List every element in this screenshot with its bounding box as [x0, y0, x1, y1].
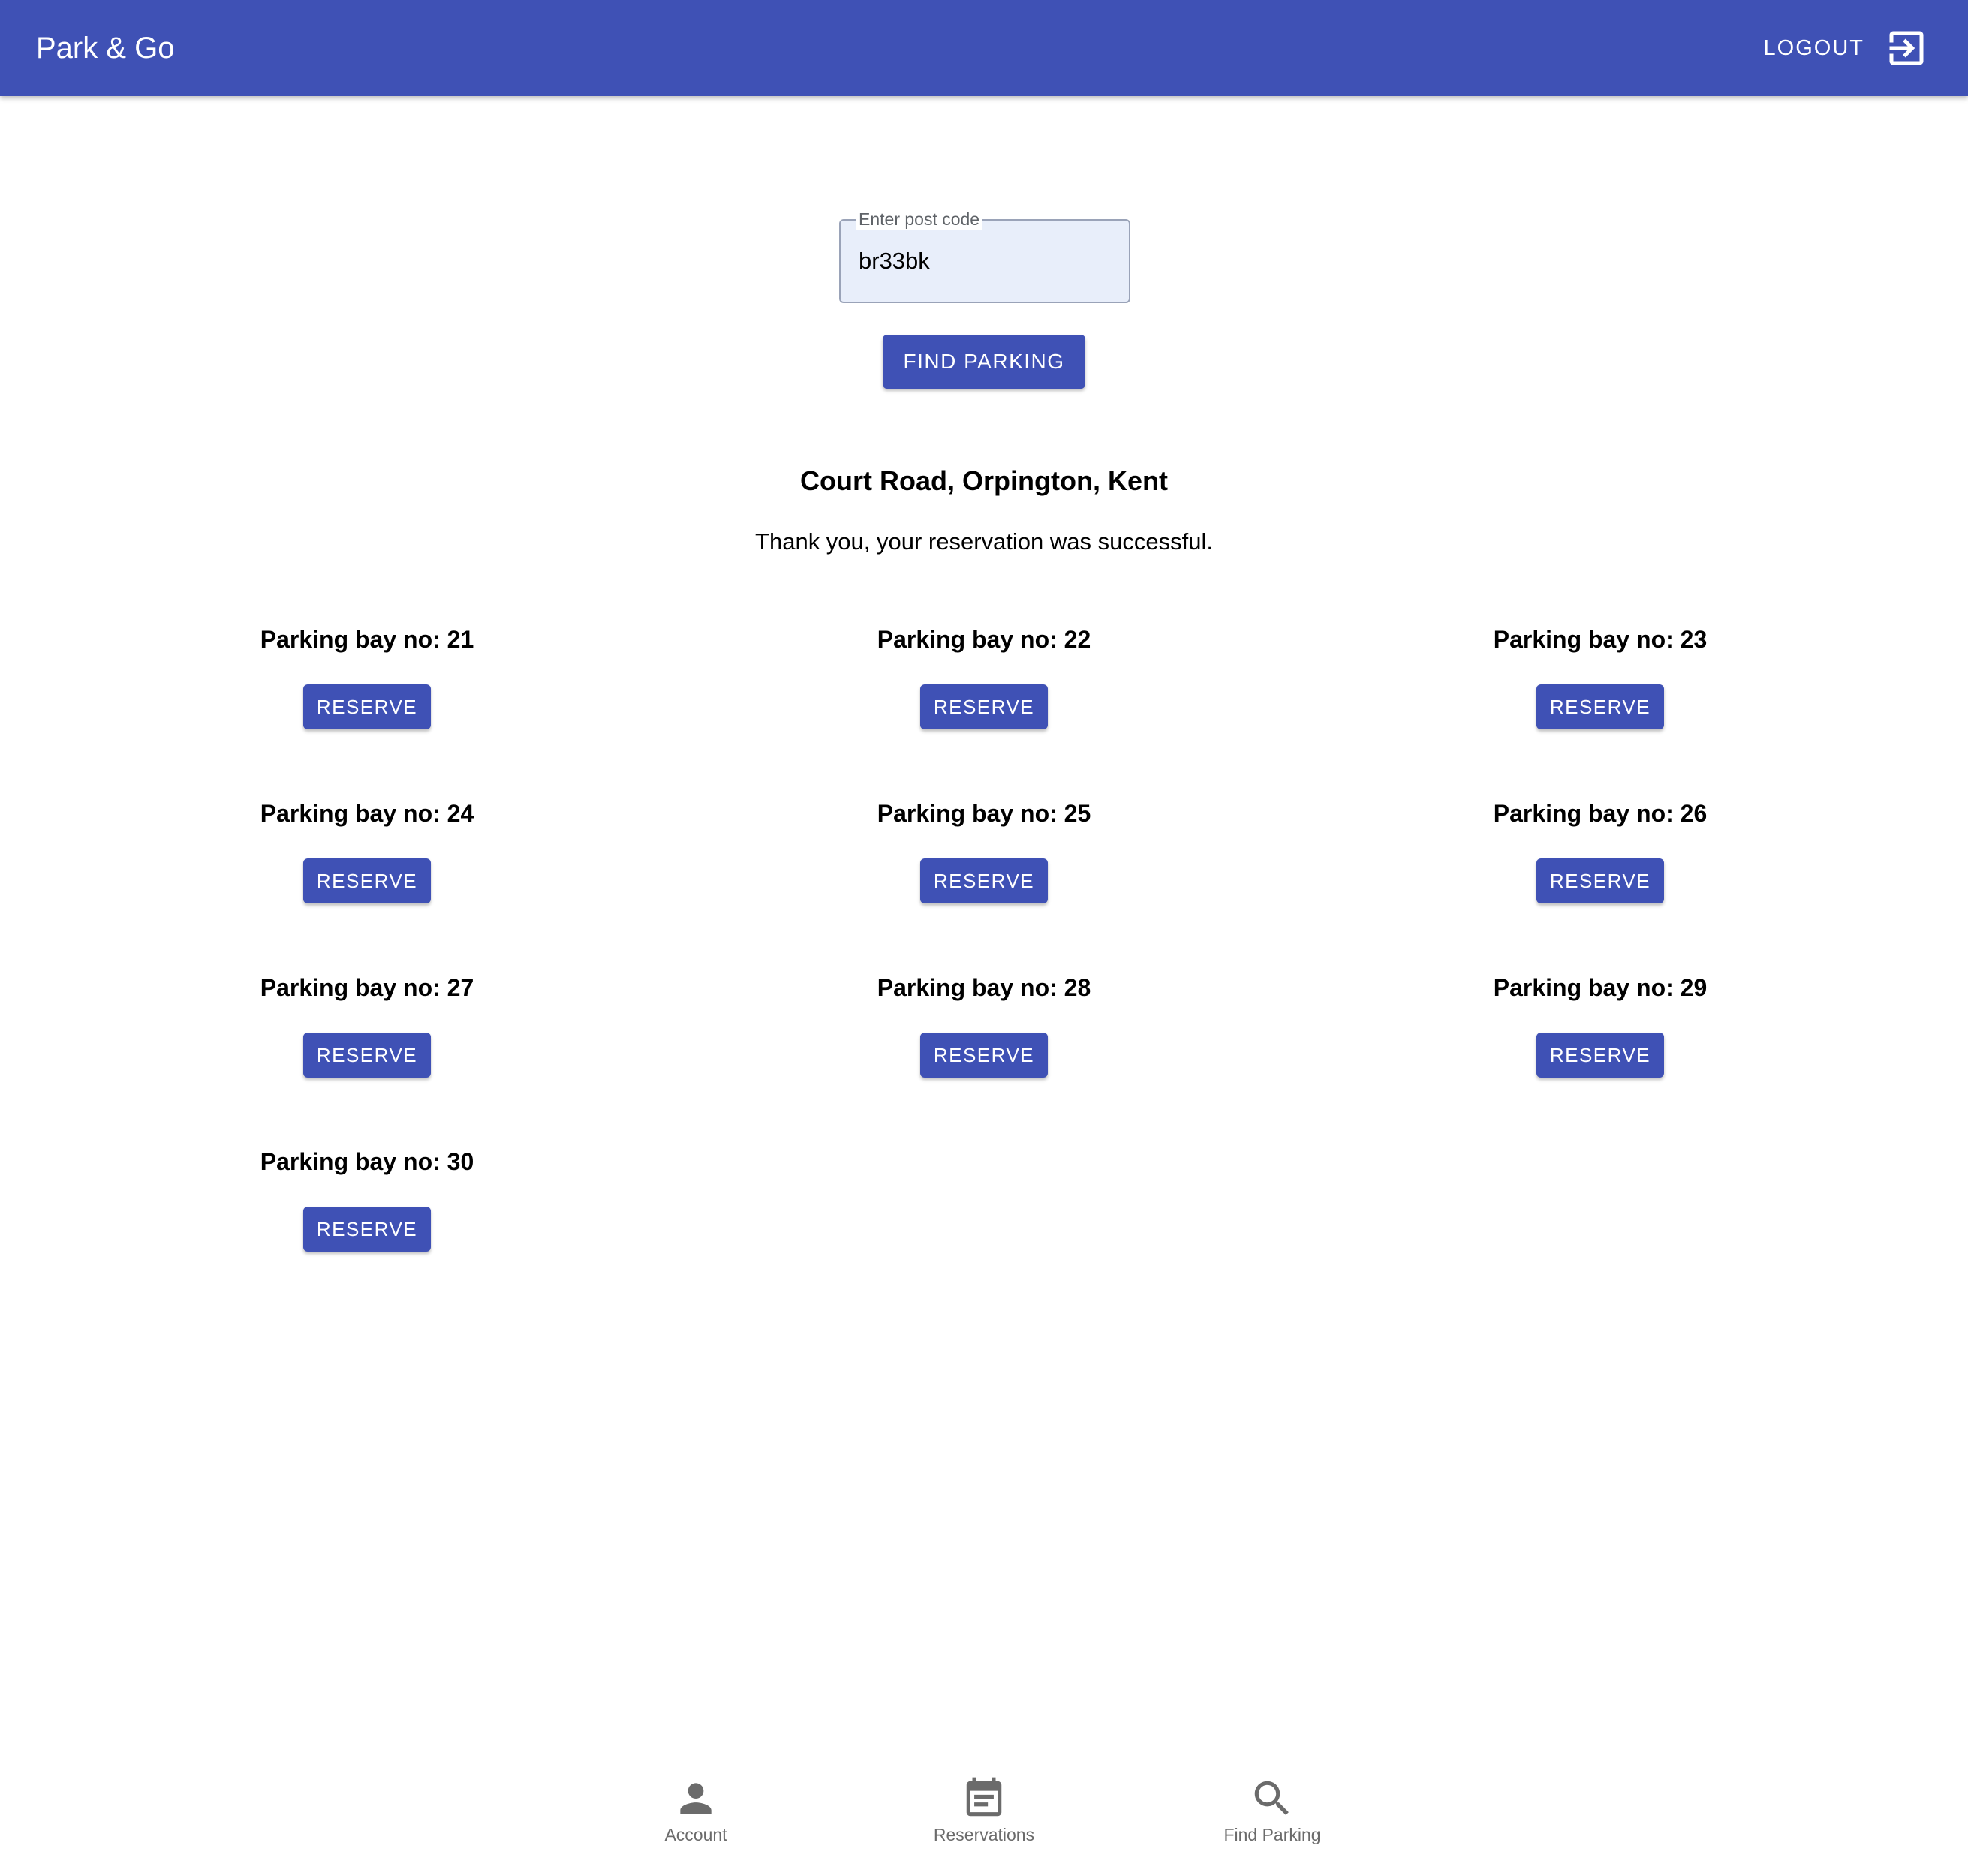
reserve-button[interactable]: RESERVE: [1536, 684, 1664, 729]
reservation-success-message: Thank you, your reservation was successf…: [755, 528, 1213, 555]
exit-to-app-icon: [1889, 31, 1924, 65]
parking-bay-card: Parking bay no: 27 RESERVE: [142, 973, 592, 1078]
location-heading: Court Road, Orpington, Kent: [800, 465, 1168, 496]
parking-bay-card: Parking bay no: 23 RESERVE: [1375, 624, 1825, 729]
reserve-button[interactable]: RESERVE: [920, 1033, 1048, 1078]
nav-reservations-label: Reservations: [933, 1825, 1035, 1844]
reserve-button[interactable]: RESERVE: [303, 684, 431, 729]
logout-label: LOGOUT: [1763, 35, 1864, 60]
app-title: Park & Go: [36, 32, 175, 65]
parking-bay-card: Parking bay no: 22 RESERVE: [759, 624, 1209, 729]
reserve-button[interactable]: RESERVE: [303, 1033, 431, 1078]
parking-bay-card: Parking bay no: 26 RESERVE: [1375, 798, 1825, 903]
bottom-navigation: Account Reservations Find Parking: [0, 1771, 1968, 1876]
reserve-button[interactable]: RESERVE: [1536, 1033, 1664, 1078]
parking-bay-card: Parking bay no: 29 RESERVE: [1375, 973, 1825, 1078]
search-icon: [1254, 1781, 1289, 1815]
nav-find-parking-label: Find Parking: [1223, 1825, 1321, 1844]
parking-bay-label: Parking bay no: 24: [260, 800, 474, 827]
parking-bay-label: Parking bay no: 25: [877, 800, 1091, 827]
app-bar: Park & Go LOGOUT: [0, 0, 1968, 96]
parking-bay-label: Parking bay no: 29: [1493, 974, 1708, 1001]
reserve-button[interactable]: RESERVE: [920, 858, 1048, 903]
reserve-button[interactable]: RESERVE: [1536, 858, 1664, 903]
parking-bay-label: Parking bay no: 22: [877, 626, 1091, 653]
parking-bay-label: Parking bay no: 28: [877, 974, 1091, 1001]
postcode-field-label: Enter post code: [856, 209, 983, 230]
parking-bay-card: Parking bay no: 30 RESERVE: [142, 1147, 592, 1252]
parking-bay-label: Parking bay no: 26: [1493, 800, 1708, 827]
parking-bay-card: Parking bay no: 25 RESERVE: [759, 798, 1209, 903]
parking-bay-card: Parking bay no: 28 RESERVE: [759, 973, 1209, 1078]
find-parking-button[interactable]: FIND PARKING: [883, 335, 1085, 389]
postcode-field: Enter post code: [839, 209, 1130, 303]
parking-bay-label: Parking bay no: 21: [260, 626, 474, 653]
postcode-input[interactable]: [859, 242, 1114, 281]
logout-button[interactable]: LOGOUT: [1764, 24, 1929, 72]
nav-account[interactable]: Account: [606, 1771, 786, 1861]
parking-bay-card: Parking bay no: 24 RESERVE: [142, 798, 592, 903]
nav-account-label: Account: [664, 1825, 727, 1844]
nav-find-parking[interactable]: Find Parking: [1182, 1771, 1362, 1861]
reserve-button[interactable]: RESERVE: [303, 1207, 431, 1252]
nav-reservations[interactable]: Reservations: [894, 1771, 1074, 1861]
parking-bay-card: Parking bay no: 21 RESERVE: [142, 624, 592, 729]
calendar-icon: [966, 1777, 1002, 1817]
person-icon: [680, 1783, 712, 1814]
parking-bay-label: Parking bay no: 23: [1493, 626, 1708, 653]
parking-bay-label: Parking bay no: 27: [260, 974, 474, 1001]
parking-bay-label: Parking bay no: 30: [260, 1148, 474, 1175]
reserve-button[interactable]: RESERVE: [920, 684, 1048, 729]
reserve-button[interactable]: RESERVE: [303, 858, 431, 903]
